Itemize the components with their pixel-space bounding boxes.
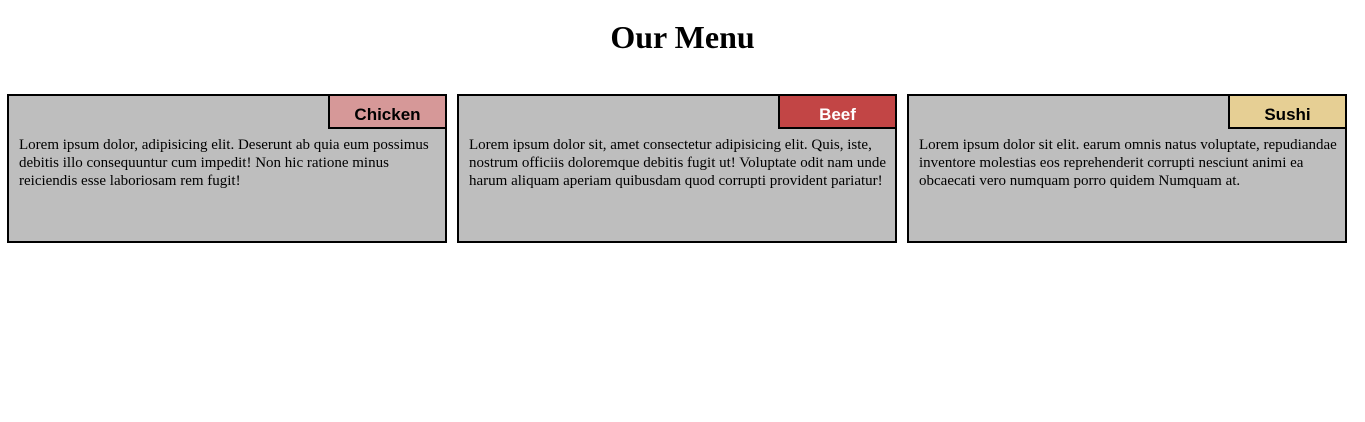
menu-description: Lorem ipsum dolor, adipisicing elit. Des… (19, 137, 429, 189)
menu-description: Lorem ipsum dolor sit elit. earum omnis … (919, 137, 1337, 189)
menu-card-chicken: Chicken Lorem ipsum dolor, adipisicing e… (7, 94, 447, 243)
category-tag-chicken: Chicken (328, 94, 447, 129)
menu-grid: Chicken Lorem ipsum dolor, adipisicing e… (7, 94, 1358, 243)
menu-card-beef: Beef Lorem ipsum dolor sit, amet consect… (457, 94, 897, 243)
category-tag-beef: Beef (778, 94, 897, 129)
category-tag-sushi: Sushi (1228, 94, 1347, 129)
page-title: Our Menu (610, 19, 755, 55)
menu-card-sushi: Sushi Lorem ipsum dolor sit elit. earum … (907, 94, 1347, 243)
menu-description: Lorem ipsum dolor sit, amet consectetur … (469, 137, 887, 189)
